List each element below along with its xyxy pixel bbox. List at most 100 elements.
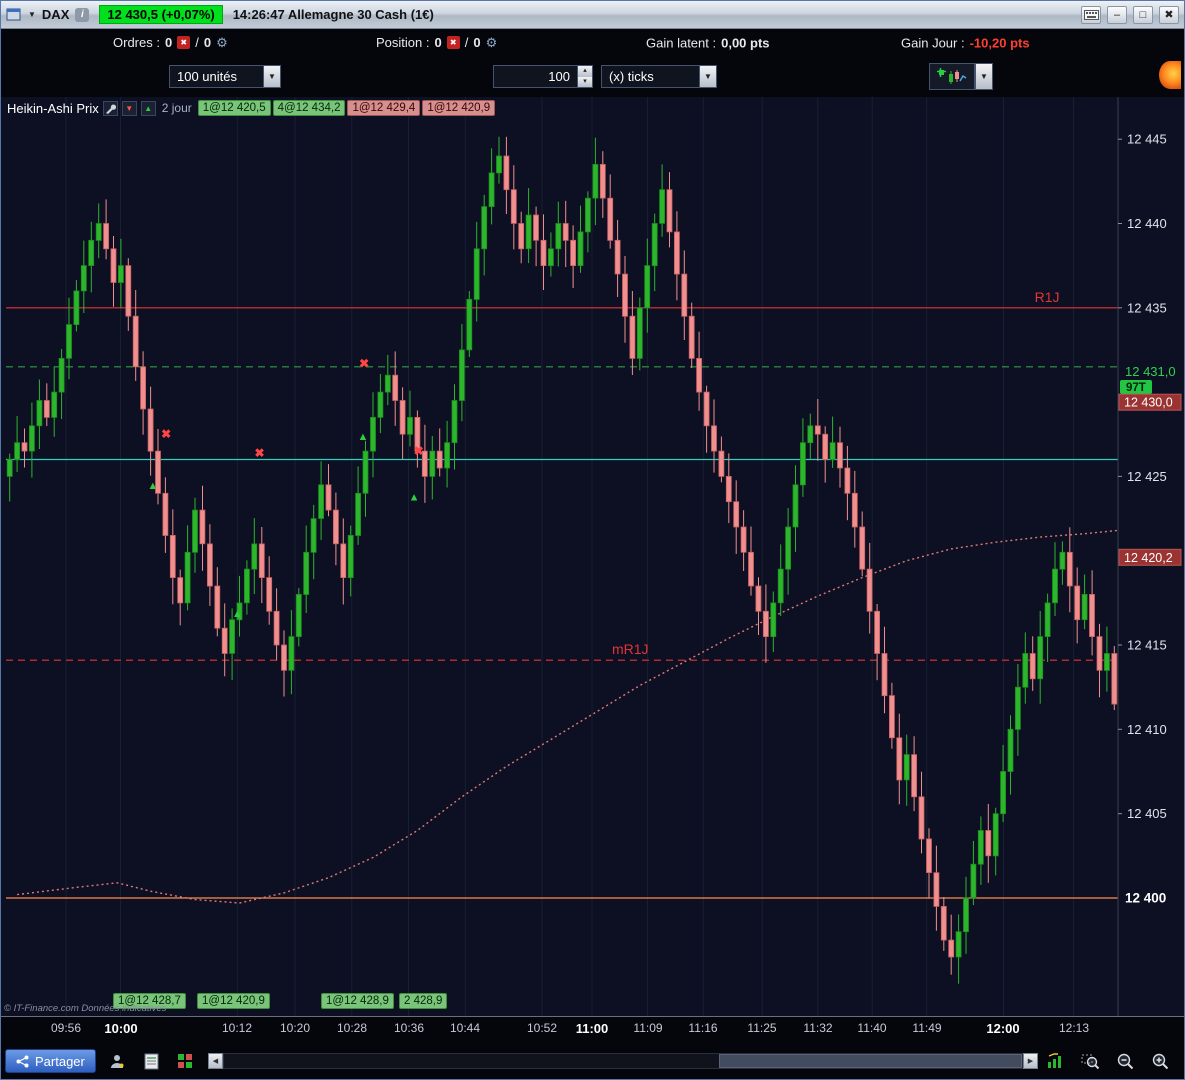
close-button[interactable]: ✖ bbox=[1159, 5, 1179, 24]
zoom-selection-icon[interactable] bbox=[1080, 1051, 1100, 1071]
price-chart-svg[interactable]: R1J mR1J ▲ ✖ ▲ ✖ ▲ ✖ ▲ ✖ 12 445 12 440 12 435 12 425 1… bbox=[1, 97, 1185, 1016]
sell-shortcut-icon[interactable]: ▼ bbox=[121, 100, 137, 116]
app-window-icon bbox=[6, 8, 22, 22]
svg-text:mR1J: mR1J bbox=[612, 641, 649, 657]
order-tag[interactable]: 1@12 420,5 bbox=[197, 100, 271, 116]
close-position-icon[interactable]: ✖ bbox=[446, 36, 460, 49]
stats-bar: Ordres : 0 ✖ / 0 ⚙ Position : 0 ✖ / 0 ⚙ … bbox=[1, 29, 1184, 56]
position-group: Position : 0 ✖ / 0 ⚙ bbox=[376, 35, 498, 51]
time-axis-label: 11:25 bbox=[747, 1021, 777, 1035]
time-axis-label: 10:12 bbox=[221, 1021, 253, 1035]
gain-latent-label: Gain latent : bbox=[646, 35, 717, 50]
quantity-value: 100 bbox=[548, 69, 570, 84]
candles bbox=[6, 136, 1118, 984]
chevron-down-icon[interactable]: ▼ bbox=[28, 10, 36, 19]
chart-style-button[interactable] bbox=[929, 63, 975, 90]
orders-label: Ordres : bbox=[113, 35, 160, 50]
units-value: 100 unités bbox=[177, 69, 237, 84]
units-dropdown[interactable]: 100 unités ▼ bbox=[169, 65, 281, 88]
orders-settings-icon[interactable]: ⚙ bbox=[216, 35, 228, 51]
time-axis-label: 12:00 bbox=[986, 1021, 1020, 1036]
minimize-button[interactable]: – bbox=[1107, 5, 1127, 24]
orders-open-count: 0 bbox=[164, 35, 173, 50]
zoom-in-icon[interactable] bbox=[1150, 1051, 1170, 1071]
svg-text:12 400: 12 400 bbox=[1125, 891, 1166, 906]
window-title-text: 14:26:47 Allemagne 30 Cash (1€) bbox=[232, 7, 434, 22]
wrench-icon[interactable] bbox=[102, 100, 118, 116]
horizontal-scrollbar[interactable]: ◀ ▶ bbox=[208, 1053, 1038, 1069]
chevron-down-icon[interactable]: ▼ bbox=[263, 66, 280, 87]
svg-text:✖: ✖ bbox=[161, 427, 171, 441]
fit-chart-icon[interactable] bbox=[1045, 1051, 1065, 1071]
svg-text:✖: ✖ bbox=[254, 446, 264, 460]
order-tag[interactable]: 4@12 434,2 bbox=[272, 100, 346, 116]
scrollbar-track[interactable] bbox=[223, 1053, 1023, 1069]
chart-canvas[interactable]: R1J mR1J ▲ ✖ ▲ ✖ ▲ ✖ ▲ ✖ 12 445 12 440 12 435 12 425 1… bbox=[1, 97, 1185, 1021]
svg-text:12 410: 12 410 bbox=[1127, 722, 1167, 737]
spin-up-icon[interactable]: ▴ bbox=[578, 66, 592, 77]
scrollbar-thumb[interactable] bbox=[718, 1054, 1022, 1068]
svg-text:R1J: R1J bbox=[1035, 289, 1060, 305]
time-axis: 09:56 10:00 10:12 10:20 10:28 10:36 10:44 10:52… bbox=[1, 1017, 1184, 1042]
title-bar: ▼ DAX i 12 430,5 (+0,07%) 14:26:47 Allem… bbox=[1, 1, 1184, 29]
timeframe-value: (x) ticks bbox=[609, 69, 654, 84]
info-icon[interactable]: i bbox=[75, 7, 90, 22]
zoom-out-icon[interactable] bbox=[1115, 1051, 1135, 1071]
timeframe-dropdown[interactable]: (x) ticks ▼ bbox=[601, 65, 717, 88]
chart-toolbar: 100 unités ▼ 100 ▴ ▾ (x) ticks ▼ ▼ bbox=[1, 56, 1184, 97]
maximize-button[interactable]: □ bbox=[1133, 5, 1153, 24]
gain-day-group: Gain Jour : -10,20 pts bbox=[901, 35, 1030, 50]
svg-text:▲: ▲ bbox=[147, 480, 158, 492]
svg-text:12 440: 12 440 bbox=[1127, 216, 1167, 231]
time-axis-label: 10:36 bbox=[393, 1021, 425, 1035]
order-tag[interactable]: 1@12 429,4 bbox=[347, 100, 421, 116]
quantity-stepper[interactable]: 100 ▴ ▾ bbox=[493, 65, 593, 88]
news-icon[interactable] bbox=[141, 1051, 161, 1071]
time-axis-label: 10:52 bbox=[526, 1021, 558, 1035]
position-settings-icon[interactable]: ⚙ bbox=[486, 35, 498, 51]
time-axis-label: 11:09 bbox=[633, 1021, 663, 1035]
chart-style-dropdown[interactable]: ▼ bbox=[975, 63, 993, 90]
scroll-right-button[interactable]: ▶ bbox=[1023, 1053, 1038, 1069]
time-axis-label: 09:56 bbox=[50, 1021, 82, 1035]
position-count-2: 0 bbox=[473, 35, 481, 50]
indicator-overlay: Heikin-Ashi Prix ▼ ▲ 2 jour 1@12 420,5 4@… bbox=[7, 100, 496, 116]
gain-latent-group: Gain latent : 0,00 pts bbox=[646, 35, 770, 50]
executed-order-tag[interactable]: 1@12 428,9 bbox=[321, 993, 394, 1009]
spin-down-icon[interactable]: ▾ bbox=[578, 76, 592, 87]
gain-day-value: -10,20 pts bbox=[969, 35, 1030, 50]
svg-text:12 425: 12 425 bbox=[1127, 469, 1167, 484]
quote-badge: 12 430,5 (+0,07%) bbox=[99, 5, 223, 24]
executed-order-tag[interactable]: 1@12 420,9 bbox=[197, 993, 270, 1009]
order-tag[interactable]: 1@12 420,9 bbox=[422, 100, 496, 116]
time-axis-label: 11:49 bbox=[912, 1021, 942, 1035]
time-axis-label: 10:20 bbox=[279, 1021, 311, 1035]
indicator-label: Heikin-Ashi Prix bbox=[7, 100, 99, 116]
share-button[interactable]: Partager bbox=[5, 1049, 96, 1073]
chevron-down-icon[interactable]: ▼ bbox=[699, 66, 716, 87]
chart-area[interactable]: R1J mR1J ▲ ✖ ▲ ✖ ▲ ✖ ▲ ✖ 12 445 12 440 12 435 12 425 1… bbox=[1, 97, 1184, 1017]
streaming-status-icon[interactable] bbox=[1159, 61, 1181, 89]
svg-text:▲: ▲ bbox=[358, 431, 369, 443]
executed-order-tag[interactable]: 2 428,9 bbox=[399, 993, 448, 1009]
svg-text:✖: ✖ bbox=[359, 356, 369, 370]
orders-separator: / bbox=[195, 35, 199, 50]
buy-shortcut-icon[interactable]: ▲ bbox=[140, 100, 156, 116]
svg-text:12 431,0: 12 431,0 bbox=[1125, 364, 1176, 379]
account-icon[interactable] bbox=[107, 1051, 127, 1071]
trading-window: ▼ DAX i 12 430,5 (+0,07%) 14:26:47 Allem… bbox=[0, 0, 1185, 1080]
keyboard-icon[interactable] bbox=[1081, 5, 1101, 24]
svg-text:12 445: 12 445 bbox=[1127, 132, 1167, 147]
quantity-spinner[interactable]: ▴ ▾ bbox=[577, 66, 592, 87]
symbol-title: DAX bbox=[41, 7, 70, 22]
time-axis-label: 12:13 bbox=[1058, 1021, 1090, 1035]
svg-text:12 405: 12 405 bbox=[1127, 806, 1167, 821]
gain-day-label: Gain Jour : bbox=[901, 35, 965, 50]
time-axis-label: 11:32 bbox=[803, 1021, 833, 1035]
time-axis-label: 11:40 bbox=[857, 1021, 887, 1035]
gain-latent-value: 0,00 pts bbox=[721, 35, 770, 50]
period-label: 2 jour bbox=[161, 101, 192, 115]
scroll-left-button[interactable]: ◀ bbox=[208, 1053, 223, 1069]
market-depth-icon[interactable] bbox=[175, 1051, 195, 1071]
cancel-orders-icon[interactable]: ✖ bbox=[177, 36, 191, 49]
